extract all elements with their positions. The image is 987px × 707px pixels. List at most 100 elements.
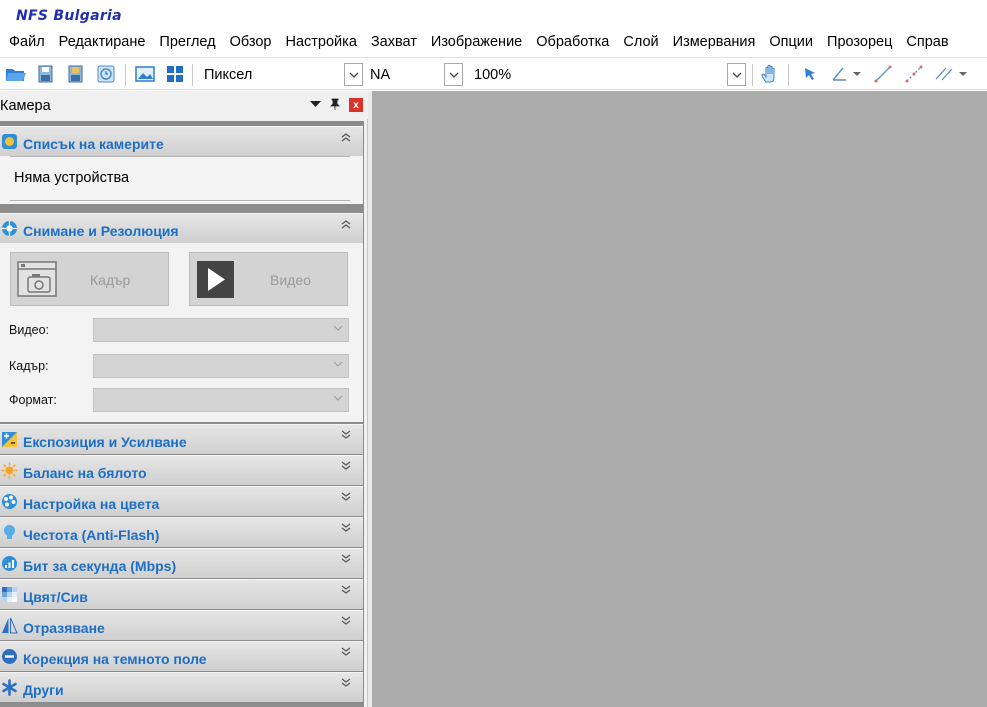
dark-field-header[interactable]: Корекция на темното поле xyxy=(0,641,363,671)
exposure-title: Експозиция и Усилване xyxy=(23,434,187,450)
pin-icon[interactable] xyxy=(328,96,342,112)
chevron-down-icon xyxy=(333,325,343,331)
chevron-down-icon xyxy=(333,361,343,367)
chevron-down-icon[interactable] xyxy=(338,585,354,595)
video-select[interactable] xyxy=(93,318,349,342)
exposure-icon xyxy=(1,431,18,448)
image-browse-icon[interactable] xyxy=(134,63,156,85)
menu-view[interactable]: Преглед xyxy=(152,30,222,56)
chevron-down-icon[interactable] xyxy=(957,63,969,85)
video-button[interactable]: Видео xyxy=(189,252,348,306)
white-balance-header[interactable]: Баланс на бялото xyxy=(0,455,363,485)
camera-list-title: Списък на камерите xyxy=(23,136,164,152)
color-adjust-header[interactable]: Настройка на цвета xyxy=(0,486,363,516)
lightbulb-icon xyxy=(1,524,18,541)
line-icon[interactable] xyxy=(872,63,894,85)
chevron-down-icon[interactable] xyxy=(727,63,746,86)
frame-field-label: Кадър: xyxy=(9,359,49,373)
save-as-icon[interactable] xyxy=(65,63,87,85)
chevron-up-icon[interactable] xyxy=(338,219,354,229)
asterisk-icon xyxy=(1,679,18,696)
color-gray-header[interactable]: Цвят/Сив xyxy=(0,579,363,609)
menu-setup[interactable]: Настройка xyxy=(279,30,364,56)
angle-icon[interactable] xyxy=(829,63,851,85)
chevron-down-icon[interactable] xyxy=(344,63,363,86)
video-label: Видео xyxy=(270,272,311,288)
menu-bar: Файл Редактиране Преглед Обзор Настройка… xyxy=(0,30,987,56)
menu-help[interactable]: Справ xyxy=(899,30,955,56)
menu-file[interactable]: Файл xyxy=(0,30,52,56)
menu-options[interactable]: Опции xyxy=(762,30,820,56)
video-field-label: Видео: xyxy=(9,323,49,337)
toolbar: Пиксел NA 100% xyxy=(0,57,987,90)
na-select[interactable]: NA xyxy=(366,63,463,86)
chevron-down-icon[interactable] xyxy=(338,647,354,657)
chevron-down-icon[interactable] xyxy=(338,492,354,502)
hand-pan-icon[interactable] xyxy=(759,63,781,85)
palette-icon xyxy=(1,493,18,510)
camera-list-icon xyxy=(1,133,18,150)
other-title: Други xyxy=(23,682,64,698)
dock-header: Камера x xyxy=(0,91,368,119)
color-gray-title: Цвят/Сив xyxy=(23,589,88,605)
camera-dock: Камера x Списък на камерите Няма устройс… xyxy=(0,91,368,707)
bitrate-header[interactable]: Бит за секунда (Mbps) xyxy=(0,548,363,578)
close-icon[interactable]: x xyxy=(349,98,363,112)
menu-capture[interactable]: Захват xyxy=(364,30,424,56)
unit-select[interactable]: Пиксел xyxy=(200,63,363,86)
title-bar: NFS Bulgaria xyxy=(0,0,987,30)
chevron-down-icon[interactable] xyxy=(338,461,354,471)
zoom-select-value: 100% xyxy=(474,66,512,83)
capture-body: Кадър Видео Видео: Кадър: Формат: xyxy=(0,243,363,422)
exposure-header[interactable]: Експозиция и Усилване xyxy=(0,424,363,454)
chevron-down-icon[interactable] xyxy=(338,678,354,688)
na-select-value: NA xyxy=(370,66,391,83)
menu-edit[interactable]: Редактиране xyxy=(52,30,153,56)
chevron-down-icon[interactable] xyxy=(338,616,354,626)
timer-icon[interactable] xyxy=(95,63,117,85)
aperture-icon xyxy=(1,220,18,237)
bitrate-title: Бит за секунда (Mbps) xyxy=(23,558,177,574)
capture-title: Снимане и Резолюция xyxy=(23,223,179,239)
open-folder-icon[interactable] xyxy=(5,63,27,85)
menu-window[interactable]: Прозорец xyxy=(820,30,899,56)
frame-select[interactable] xyxy=(93,354,349,378)
menu-layer[interactable]: Слой xyxy=(616,30,665,56)
flip-title: Отразяване xyxy=(23,620,105,636)
app-title: NFS Bulgaria xyxy=(16,8,122,24)
chevron-down-icon[interactable] xyxy=(338,554,354,564)
menu-image[interactable]: Изображение xyxy=(424,30,529,56)
snap-button[interactable]: Кадър xyxy=(10,252,169,306)
dock-menu-icon[interactable] xyxy=(308,96,322,112)
dotted-line-icon[interactable] xyxy=(903,63,925,85)
save-icon[interactable] xyxy=(35,63,57,85)
chevron-down-icon[interactable] xyxy=(851,63,863,85)
pointer-arrow-icon[interactable] xyxy=(799,63,821,85)
chevron-up-icon[interactable] xyxy=(338,132,354,142)
camera-list-body: Няма устройства xyxy=(0,156,363,204)
menu-measure[interactable]: Измервания xyxy=(666,30,763,56)
flip-header[interactable]: Отразяване xyxy=(0,610,363,640)
zoom-select[interactable]: 100% xyxy=(470,63,746,86)
snapshot-icon xyxy=(17,260,57,301)
capture-header[interactable]: Снимане и Резолюция xyxy=(0,213,363,243)
color-gray-icon xyxy=(1,586,18,603)
frequency-title: Честота (Anti-Flash) xyxy=(23,527,160,543)
camera-list-header[interactable]: Списък на камерите xyxy=(0,126,363,156)
dock-body: Списък на камерите Няма устройства Снима… xyxy=(0,121,364,707)
menu-browse[interactable]: Обзор xyxy=(223,30,279,56)
parallel-lines-icon[interactable] xyxy=(933,63,955,85)
image-canvas[interactable] xyxy=(372,91,987,707)
chevron-down-icon[interactable] xyxy=(338,523,354,533)
menu-process[interactable]: Обработка xyxy=(529,30,616,56)
chevron-down-icon[interactable] xyxy=(444,63,463,86)
other-header[interactable]: Други xyxy=(0,672,363,702)
minus-circle-icon xyxy=(1,648,18,665)
no-devices-text: Няма устройства xyxy=(14,170,130,186)
frequency-header[interactable]: Честота (Anti-Flash) xyxy=(0,517,363,547)
grid-view-icon[interactable] xyxy=(164,63,186,85)
unit-select-value: Пиксел xyxy=(204,66,253,83)
format-field-label: Формат: xyxy=(9,393,57,407)
format-select[interactable] xyxy=(93,388,349,412)
chevron-down-icon[interactable] xyxy=(338,430,354,440)
